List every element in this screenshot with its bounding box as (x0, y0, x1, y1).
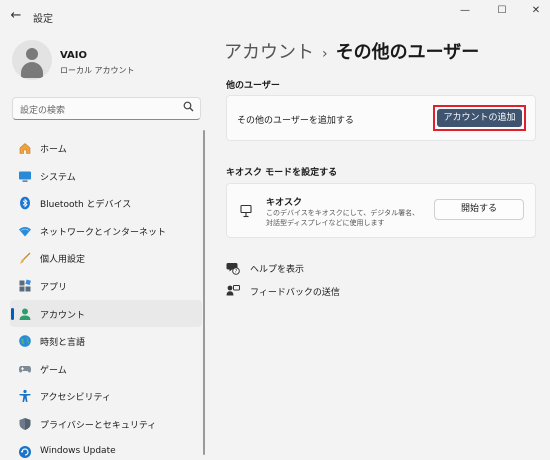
kiosk-title: キオスク (266, 198, 303, 208)
page-title: その他のユーザー (335, 42, 480, 63)
minimize-button[interactable]: — (455, 4, 475, 18)
sidebar-item-bluetooth[interactable]: Bluetooth とデバイス (10, 189, 202, 217)
app-title: 設定 (33, 14, 53, 25)
sidebar-item-apps[interactable]: アプリ (10, 272, 202, 300)
help-icon: ? (226, 263, 240, 275)
svg-text:?: ? (235, 269, 238, 275)
add-user-label: その他のユーザーを追加する (237, 116, 354, 126)
search-placeholder: 設定の検索 (20, 106, 66, 116)
breadcrumb-parent[interactable]: アカウント (224, 42, 314, 63)
sidebar-nav: ホーム システム Bluetooth とデバイス ネットワークとインターネット … (10, 134, 202, 460)
search-input[interactable]: 設定の検索 (12, 97, 201, 120)
close-button[interactable]: ✕ (526, 4, 546, 18)
start-kiosk-button[interactable]: 開始する (434, 199, 524, 220)
sidebar-item-personalization[interactable]: 個人用設定 (10, 244, 202, 272)
sidebar-item-time-language[interactable]: 時刻と言語 (10, 327, 202, 355)
bluetooth-icon (20, 196, 30, 210)
add-account-button[interactable]: アカウントの追加 (433, 105, 526, 131)
home-icon (19, 143, 31, 154)
privacy-icon (19, 417, 31, 430)
help-link-label: ヘルプを表示 (250, 265, 305, 275)
system-icon (19, 171, 31, 182)
avatar (12, 40, 52, 80)
profile-name: VAIO (60, 50, 88, 61)
kiosk-description: このデバイスをキオスクにして、デジタル署名、対話型ディスプレイなどに使用します (266, 209, 420, 227)
sidebar-scrollbar[interactable] (203, 130, 205, 455)
gaming-icon (19, 365, 31, 373)
other-users-section-title: 他のユーザー (226, 81, 280, 91)
kiosk-section-title: キオスク モードを設定する (226, 168, 338, 178)
feedback-link-label: フィードバックの送信 (250, 288, 340, 298)
personalization-icon (19, 252, 31, 264)
maximize-button[interactable]: ☐ (492, 4, 512, 18)
sidebar-item-windows-update[interactable]: Windows Update (10, 438, 202, 460)
add-user-card: その他のユーザーを追加する アカウントの追加 (226, 95, 536, 141)
user-profile: VAIO ローカル アカウント (12, 40, 202, 82)
kiosk-icon (240, 204, 252, 218)
search-icon (183, 101, 194, 115)
windows-update-icon (19, 445, 31, 458)
add-account-button-label: アカウントの追加 (437, 109, 522, 127)
sidebar-item-gaming[interactable]: ゲーム (10, 355, 202, 383)
sidebar-item-accounts[interactable]: アカウント (10, 299, 202, 328)
time-language-icon (19, 335, 31, 347)
feedback-icon (226, 285, 240, 296)
apps-icon (19, 279, 31, 292)
sidebar-item-system[interactable]: システム (10, 162, 202, 190)
sidebar-item-accessibility[interactable]: アクセシビリティ (10, 382, 202, 410)
back-arrow-icon[interactable]: ← (8, 8, 24, 24)
sidebar-item-privacy[interactable]: プライバシーとセキュリティ (10, 410, 202, 438)
network-icon (19, 226, 31, 237)
sidebar-item-network[interactable]: ネットワークとインターネット (10, 217, 202, 245)
kiosk-card: キオスク このデバイスをキオスクにして、デジタル署名、対話型ディスプレイなどに使… (226, 183, 536, 238)
breadcrumb-separator: › (322, 46, 328, 62)
accessibility-icon (19, 390, 31, 403)
accounts-icon (19, 308, 31, 320)
title-bar: ← 設定 — ☐ ✕ (0, 0, 550, 32)
profile-account-type: ローカル アカウント (60, 66, 135, 75)
breadcrumb: アカウント › その他のユーザー (224, 38, 479, 64)
sidebar-item-home[interactable]: ホーム (10, 134, 202, 162)
